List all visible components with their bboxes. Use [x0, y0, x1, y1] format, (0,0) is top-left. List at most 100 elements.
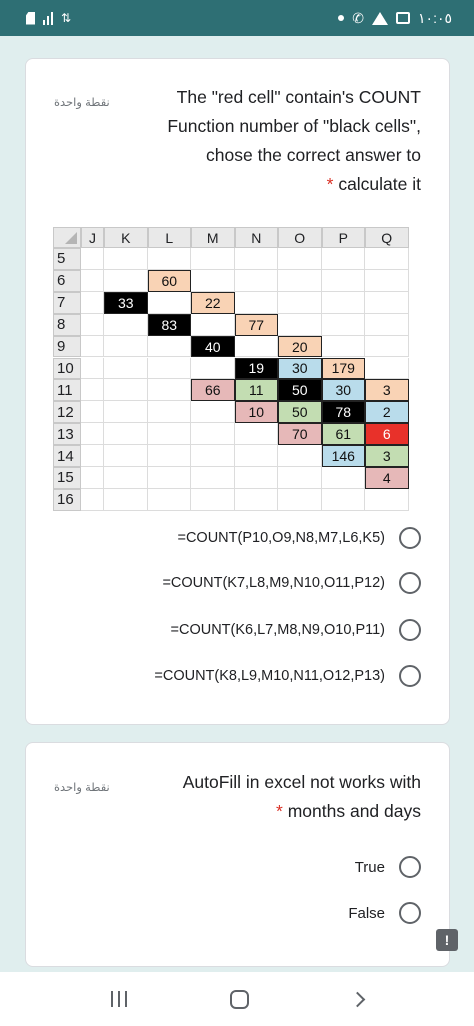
grid-cell	[81, 445, 104, 467]
radio-button[interactable]	[399, 856, 421, 878]
option-3[interactable]: =COUNT(K6,L7,M8,N9,O10,P11)	[171, 619, 421, 641]
option-false[interactable]: False	[348, 902, 421, 924]
sim-icon	[26, 11, 35, 25]
home-icon[interactable]	[229, 989, 249, 1009]
option-4[interactable]: =COUNT(K8,L9,M10,N11,O12,P13)	[154, 665, 421, 687]
grid-cell	[278, 467, 322, 489]
column-header: L	[147, 227, 191, 248]
required-asterisk: *	[276, 801, 283, 821]
status-left: ⇅	[26, 11, 71, 25]
grid-cell	[147, 467, 191, 489]
grid-cell	[147, 379, 191, 402]
grid-cell	[365, 335, 409, 358]
grid-cell	[234, 488, 278, 511]
grid-cell	[278, 291, 322, 314]
question-title-end: months and days	[287, 801, 421, 821]
radio-button[interactable]	[399, 619, 421, 641]
grid-cell	[104, 423, 148, 446]
value-cell: 40	[191, 335, 235, 358]
column-header: K	[104, 227, 148, 248]
data-arrows-icon: ⇅	[61, 11, 72, 25]
back-icon[interactable]	[349, 991, 365, 1007]
radio-button[interactable]	[399, 527, 421, 549]
option-label: =COUNT(P10,O9,N8,M7,L6,K5)	[177, 530, 385, 546]
value-cell: 146	[321, 445, 365, 467]
grid-cell	[147, 291, 191, 314]
grid-cell	[278, 445, 322, 467]
grid-cell	[104, 335, 148, 358]
grid-cell	[81, 467, 104, 489]
grid-cell	[104, 379, 148, 402]
grid-cell	[191, 488, 235, 511]
grid-cell	[278, 313, 322, 336]
row-header: 10	[53, 357, 81, 380]
value-cell: 3	[365, 379, 409, 402]
question-title-text: AutoFill in excel not works with	[182, 772, 421, 792]
grid-cell	[321, 488, 365, 511]
grid-cell	[147, 357, 191, 380]
option-2[interactable]: =COUNT(K7,L8,M9,N10,O11,P12)	[162, 572, 421, 594]
grid-cell	[234, 445, 278, 467]
grid-cell	[147, 401, 191, 424]
question-title: AutoFill in excel not works with * month…	[121, 768, 421, 826]
grid-cell	[81, 248, 104, 270]
radio-button[interactable]	[399, 665, 421, 687]
grid-cell	[191, 401, 235, 424]
option-true[interactable]: True	[355, 856, 421, 878]
row-header: 11	[53, 379, 81, 402]
signal-bars-icon	[43, 11, 53, 25]
grid-cell	[104, 445, 148, 467]
value-cell: 2	[365, 401, 409, 424]
grid-cell	[234, 335, 278, 358]
option-label: =COUNT(K8,L9,M10,N11,O12,P13)	[154, 668, 385, 684]
option-1[interactable]: =COUNT(P10,O9,N8,M7,L6,K5)	[177, 527, 421, 549]
grid-cell	[81, 335, 104, 358]
value-cell: 66	[191, 379, 235, 402]
row-header: 16	[53, 488, 81, 511]
column-header: Q	[365, 227, 409, 248]
grid-cell	[234, 291, 278, 314]
question-title-end: calculate it	[338, 174, 421, 194]
grid-cell	[234, 269, 278, 292]
grid-cell	[81, 379, 104, 402]
grid-cell	[147, 488, 191, 511]
grid-cell	[191, 248, 235, 270]
grid-cell	[365, 357, 409, 380]
grid-cell	[321, 248, 365, 270]
grid-cell	[321, 335, 365, 358]
grid-cell	[321, 467, 365, 489]
value-cell: 33	[104, 291, 148, 314]
value-cell: 11	[234, 379, 278, 402]
value-cell: 30	[321, 379, 365, 402]
row-header: 13	[53, 423, 81, 446]
grid-cell	[147, 248, 191, 270]
navigation-bar	[0, 972, 474, 1026]
grid-cell	[278, 269, 322, 292]
feedback-icon[interactable]: !	[436, 929, 458, 951]
question-points: نقطة واحدة	[54, 782, 110, 794]
sheet-corner	[53, 227, 81, 248]
option-label: =COUNT(K7,L8,M9,N10,O11,P12)	[162, 575, 385, 591]
column-header: J	[81, 227, 104, 248]
grid-cell	[104, 248, 148, 270]
value-cell: 70	[278, 423, 322, 446]
grid-cell	[81, 401, 104, 424]
recent-apps-icon[interactable]	[111, 991, 128, 1007]
row-header: 5	[53, 248, 81, 270]
grid-cell	[104, 488, 148, 511]
row-header: 14	[53, 445, 81, 467]
radio-button[interactable]	[399, 572, 421, 594]
status-right: ✆ ١٠:٠٥	[338, 10, 452, 27]
grid-cell	[104, 357, 148, 380]
value-cell: 61	[321, 423, 365, 446]
status-bar: ⇅ ✆ ١٠:٠٥	[0, 0, 474, 36]
value-cell: 22	[191, 291, 235, 314]
grid-cell	[104, 467, 148, 489]
value-cell: 3	[365, 445, 409, 467]
required-asterisk: *	[326, 174, 334, 194]
spreadsheet-image: J K L M N O P Q 5 6 7 8 9 10 11 12 13 14 15 16 60 33 22 83 77 40 2…	[53, 227, 423, 511]
question-title: The "red cell" contain's COUNT Function …	[121, 83, 421, 199]
radio-button[interactable]	[399, 902, 421, 924]
question-points: نقطة واحدة	[54, 97, 110, 109]
grid-cell	[81, 269, 104, 292]
